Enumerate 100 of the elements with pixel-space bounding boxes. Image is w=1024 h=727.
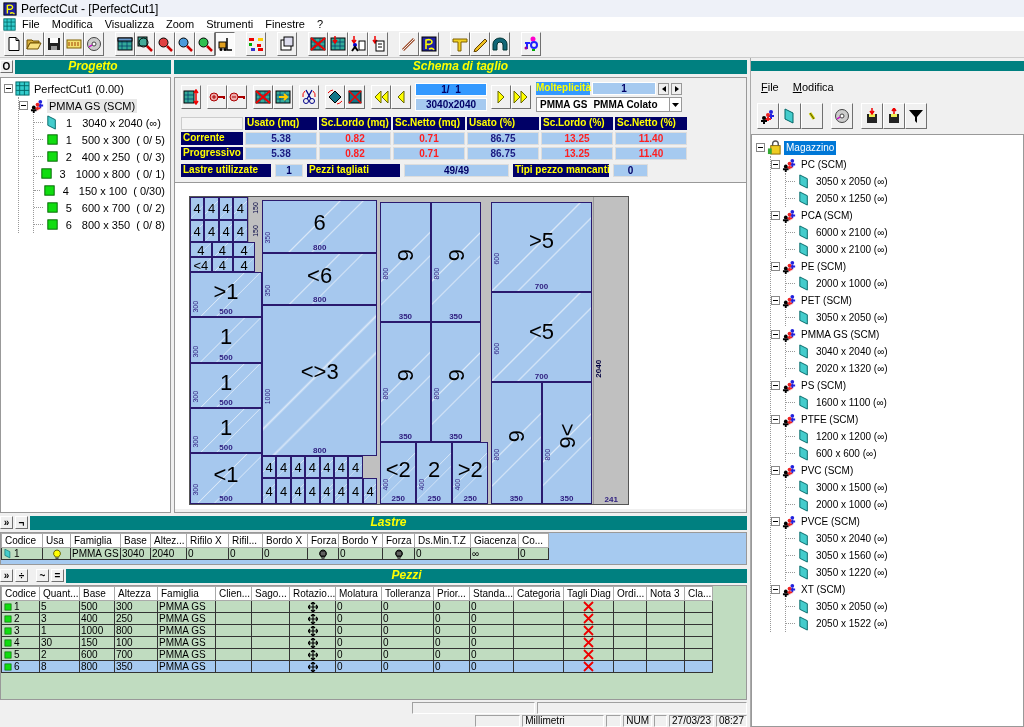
column-header[interactable]: Base [79,586,115,601]
tree-item[interactable]: 2000 x 1000 (∞) [814,276,890,291]
tree-item[interactable]: 1200 x 1200 (∞) [814,429,890,444]
tree-item[interactable]: 6000 x 2100 (∞) [814,225,890,240]
column-header[interactable]: Prior... [433,586,470,601]
column-header[interactable]: Famiglia [70,533,121,548]
lit-bulb-icon[interactable] [51,548,62,559]
collapse-icon[interactable] [771,466,780,475]
column-header[interactable]: Codice [1,586,40,601]
collapse-icon[interactable] [4,84,13,93]
tree-item[interactable]: PMMA GS (SCM) [799,327,882,342]
tree-item[interactable]: PTFE (SCM) [799,412,861,427]
column-header[interactable]: Rifilo X [186,533,229,548]
toolbar-button[interactable] [215,32,235,56]
panel-button[interactable]: = [51,569,64,583]
tree-item[interactable]: 3040 x 2040 (∞) [814,344,890,359]
panel-button[interactable]: ~ [36,569,49,583]
menu-item[interactable]: ? [311,17,330,31]
dropdown-arrow-icon[interactable] [672,102,679,107]
tree-item[interactable]: 2000 x 1000 (∞) [814,497,890,512]
column-header[interactable]: Standa... [469,586,514,601]
table-row[interactable]: 3 1 1000 800 PMMA GS 0 0 0 0 [1,624,713,637]
tree-item[interactable]: 3050 x 1560 (∞) [814,548,890,563]
tree-item[interactable]: 400 x 250 ( 0/ 3) [79,149,167,164]
column-header[interactable]: Famiglia [157,586,216,601]
column-header[interactable]: Cla... [684,586,713,601]
column-header[interactable]: Quant... [39,586,80,601]
column-header[interactable]: Rifil... [228,533,263,548]
menu-item[interactable]: File [761,81,779,93]
menu-item[interactable]: Finestre [259,17,311,31]
collapse-icon[interactable] [771,296,780,305]
tree-item[interactable]: PE (SCM) [799,259,848,274]
tree-item[interactable]: 2020 x 1320 (∞) [814,361,890,376]
tree-item[interactable]: PVCE (SCM) [799,514,862,529]
table-row[interactable]: 2 3 400 250 PMMA GS 0 0 0 0 [1,612,713,625]
unlit-bulb-icon[interactable] [318,548,328,559]
collapse-icon[interactable] [771,585,780,594]
tree-item[interactable]: 3050 x 1220 (∞) [814,565,890,580]
panel-button[interactable]: » [0,569,13,583]
tree-item[interactable]: 1000 x 800 ( 0/ 1) [73,166,167,181]
menu-item[interactable]: Visualizza [98,17,161,31]
tree-item[interactable]: PET (SCM) [799,293,854,308]
column-header[interactable]: Categoria [513,586,564,601]
tree-item[interactable]: PC (SCM) [799,157,849,172]
tree-item[interactable]: 2050 x 1250 (∞) [814,191,890,206]
collapse-icon[interactable] [771,330,780,339]
collapse-icon[interactable] [771,517,780,526]
column-header[interactable]: Sago... [251,586,290,601]
tree-item[interactable]: 150 x 100 ( 0/30) [76,183,167,198]
panel-button[interactable]: O [0,60,13,73]
column-header[interactable]: Ds.Min.T.Z [414,533,471,548]
collapse-icon[interactable] [771,415,780,424]
collapse-icon[interactable] [771,262,780,271]
column-header[interactable]: Bordo X [262,533,308,548]
column-header[interactable]: Rotazio... [289,586,336,601]
column-header[interactable]: Codice [1,533,43,548]
menu-item[interactable]: Modifica [45,17,99,31]
tree-item[interactable]: PCA (SCM) [799,208,855,223]
collapse-icon[interactable] [771,160,780,169]
collapse-icon[interactable] [756,143,765,152]
tree-item[interactable]: 600 x 600 (∞) [814,446,879,461]
tree-item[interactable]: Magazzino [784,140,837,155]
column-header[interactable]: Tagli Diag [563,586,614,601]
column-header[interactable]: Nota 3 [646,586,685,601]
table-row[interactable]: 4 30 150 100 PMMA GS 0 0 0 0 [1,636,713,649]
column-header[interactable]: Base [120,533,151,548]
column-header[interactable]: Bordo Y [338,533,383,548]
table-row[interactable]: 1 5 500 300 PMMA GS 0 0 0 0 [1,600,713,613]
tree-item[interactable]: 3050 x 2040 (∞) [814,531,890,546]
panel-button[interactable]: ÷ [15,569,28,583]
menu-item[interactable]: Zoom [160,17,201,31]
column-header[interactable]: Giacenza [470,533,519,548]
column-header[interactable]: Forza [307,533,339,548]
column-header[interactable]: Ordi... [613,586,647,601]
menu-item[interactable]: Strumenti [200,17,260,31]
tree-item[interactable]: 800 x 350 ( 0/ 8) [79,217,167,232]
column-header[interactable]: Altez... [150,533,187,548]
tree-item[interactable]: XT (SCM) [799,582,848,597]
column-header[interactable]: Molatura [335,586,382,601]
tree-item[interactable]: PMMA GS (SCM) [47,98,138,113]
menu-item[interactable]: File [16,17,46,31]
column-header[interactable]: Tolleranza [381,586,434,601]
panel-button[interactable]: » [0,516,13,530]
collapse-icon[interactable] [771,211,780,220]
tree-item[interactable]: 1600 x 1100 (∞) [814,395,889,410]
tree-item[interactable]: 2050 x 1522 (∞) [814,616,890,631]
tree-item[interactable]: PVC (SCM) [799,463,856,478]
table-row[interactable]: 6 8 800 350 PMMA GS 0 0 0 0 [1,660,713,673]
tree-item[interactable]: 500 x 300 ( 0/ 5) [79,132,167,147]
tree-item[interactable]: 3000 x 1500 (∞) [814,480,890,495]
column-header[interactable]: Forza [382,533,415,548]
multiplicity-field[interactable]: 1 [592,82,656,95]
tree-item[interactable]: 600 x 700 ( 0/ 2) [79,200,167,215]
tree-item[interactable]: 3050 x 2050 (∞) [814,310,890,325]
tree-item[interactable]: 3050 x 2050 (∞) [814,174,890,189]
column-header[interactable]: Clien... [215,586,252,601]
tree-item[interactable]: 3040 x 2040 (∞) [80,115,163,130]
material-dropdown[interactable]: PMMA GS PMMA Colato [536,97,682,112]
column-header[interactable]: Co... [518,533,549,548]
column-header[interactable]: Usa [42,533,71,548]
